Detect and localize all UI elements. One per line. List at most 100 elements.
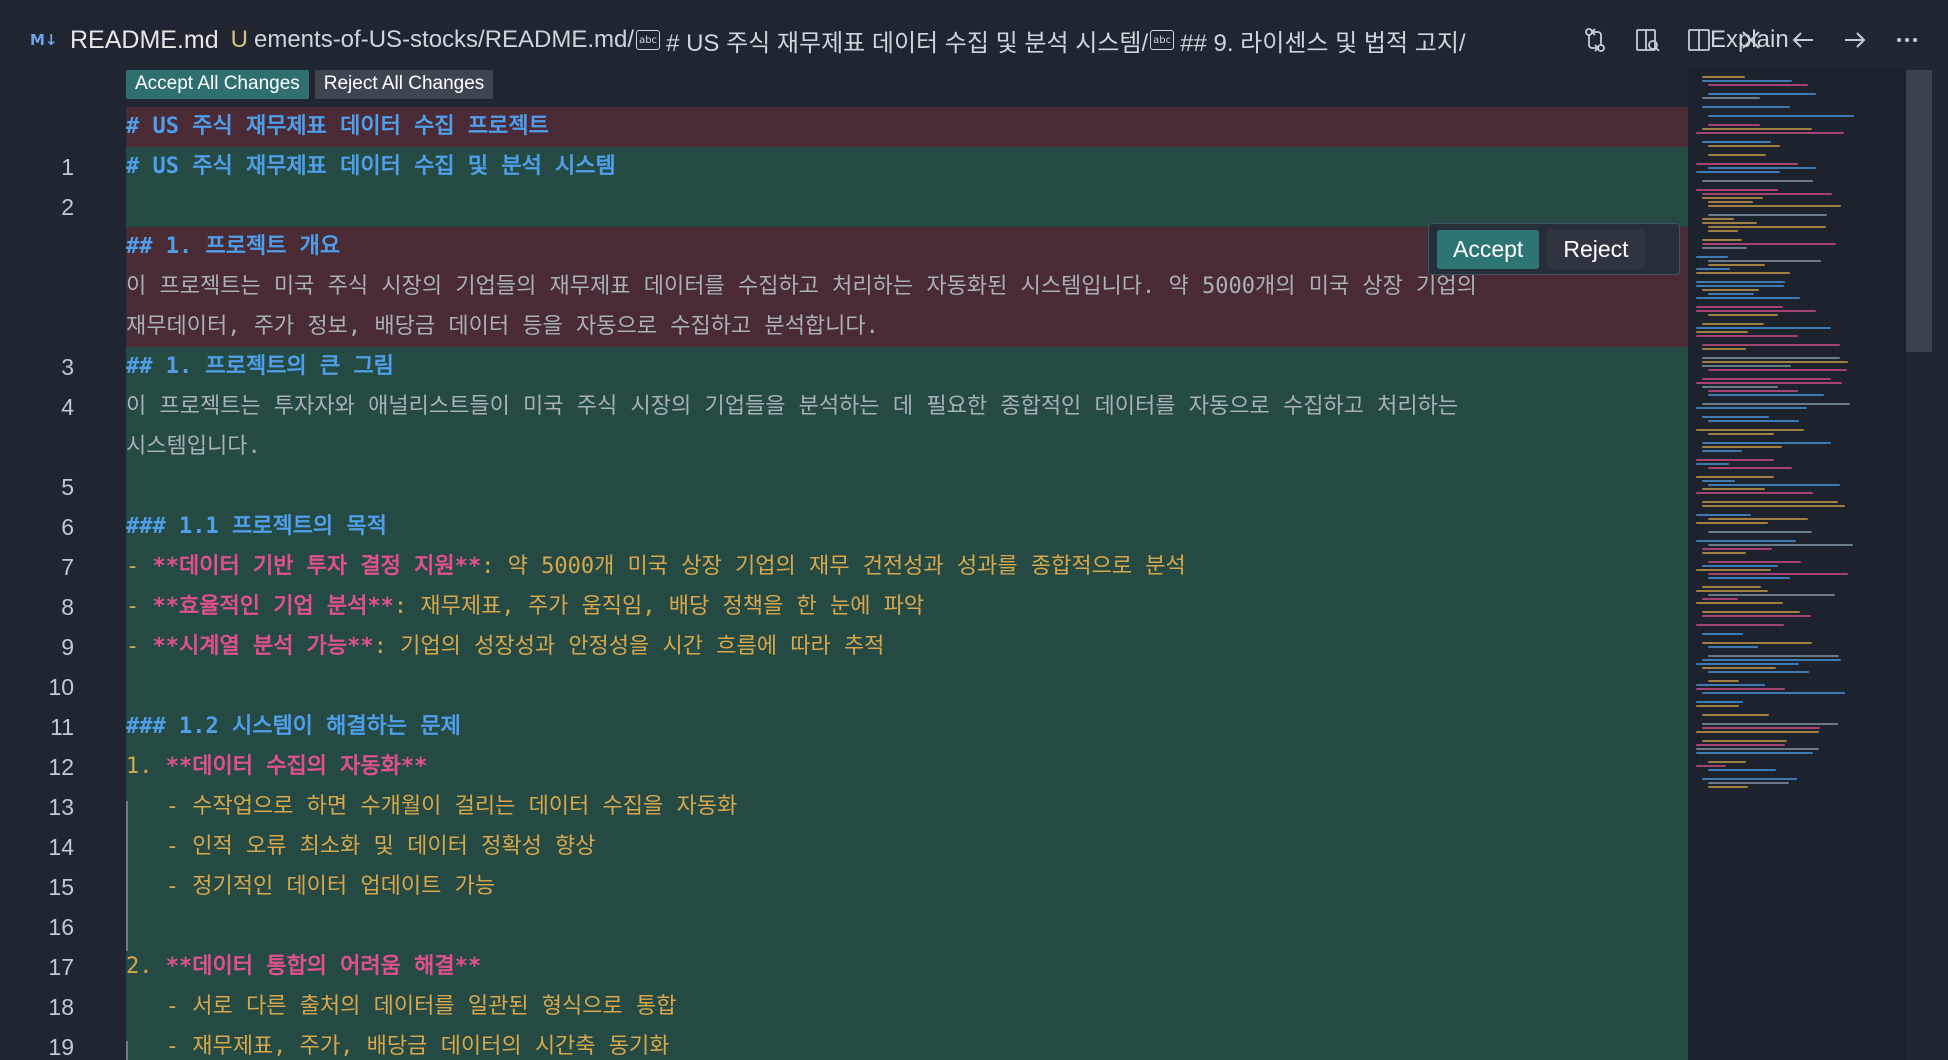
code-token: - 서로 다른 출처의 데이터를 일관된 형식으로 통합 [126, 994, 677, 1019]
minimap[interactable] [1688, 70, 1906, 1060]
line-content[interactable]: - **시계열 분석 가능**: 기업의 성장성과 안정성을 시간 흐름에 따라… [126, 627, 1688, 667]
minimap-line [1708, 145, 1780, 147]
source-control-compare-icon[interactable] [1580, 25, 1610, 55]
line-number: 15 [48, 874, 74, 900]
minimap-line [1708, 761, 1746, 763]
line-content[interactable]: 이 프로젝트는 투자자와 애널리스트들이 미국 주식 시장의 기업들을 분석하는… [126, 387, 1688, 427]
go-forward-icon[interactable] [1840, 25, 1870, 55]
minimap-line [1702, 80, 1792, 82]
line-content[interactable]: 2. **데이터 통합의 어려움 해결** [126, 947, 1688, 987]
line-content[interactable] [126, 907, 1688, 947]
added-line[interactable]: 시스템입니다. [0, 427, 1688, 467]
minimap-line [1702, 416, 1769, 418]
added-line[interactable]: 5 [0, 467, 1688, 507]
split-editor-icon[interactable] [1684, 25, 1714, 55]
line-content[interactable]: ## 1. 프로젝트의 큰 그림 [126, 347, 1688, 387]
go-back-icon[interactable] [1788, 25, 1818, 55]
added-line[interactable]: 19 - 재무제표, 주가, 배당금 데이터의 시간축 동기화 [0, 1027, 1688, 1060]
minimap-line [1696, 281, 1785, 283]
line-content[interactable]: 1. **데이터 수집의 자동화** [126, 747, 1688, 787]
close-icon[interactable] [1736, 25, 1766, 55]
line-content[interactable]: - **데이터 기반 투자 결정 지원**: 약 5000개 미국 상장 기업의… [126, 547, 1688, 587]
breadcrumb-subheading[interactable]: ## 9. 라이센스 및 법적 고지/ [1180, 23, 1465, 58]
line-content[interactable]: - 서로 다른 출처의 데이터를 일관된 형식으로 통합 [126, 987, 1688, 1027]
minimap-line [1708, 782, 1789, 784]
code-token: - [126, 554, 153, 579]
line-content[interactable]: - 재무제표, 주가, 배당금 데이터의 시간축 동기화 [126, 1027, 1688, 1060]
line-content[interactable]: ### 1.1 프로젝트의 목적 [126, 507, 1688, 547]
minimap-line [1696, 189, 1778, 191]
minimap-line [1702, 197, 1763, 199]
added-line[interactable]: 11 ### 1.2 시스템이 해결하는 문제 [0, 707, 1688, 747]
added-line[interactable]: 10 [0, 667, 1688, 707]
line-content[interactable]: - **효율적인 기업 분석**: 재무제표, 주가 움직임, 배당 정책을 한… [126, 587, 1688, 627]
accept-change-button[interactable]: Accept [1437, 229, 1540, 269]
change-hunk-widget: Accept Reject [1428, 223, 1680, 275]
line-content[interactable]: - 인적 오류 최소화 및 데이터 정확성 향상 [126, 827, 1688, 867]
minimap-line [1708, 264, 1765, 266]
added-line[interactable]: 16 [0, 907, 1688, 947]
added-line[interactable]: 4 이 프로젝트는 투자자와 애널리스트들이 미국 주식 시장의 기업들을 분석하… [0, 387, 1688, 427]
line-content[interactable]: ### 1.2 시스템이 해결하는 문제 [126, 707, 1688, 747]
added-line[interactable]: 7 - **데이터 기반 투자 결정 지원**: 약 5000개 미국 상장 기업… [0, 547, 1688, 587]
minimap-line [1702, 450, 1742, 452]
symbol-string-icon: abc [1150, 30, 1175, 50]
file-name[interactable]: README.md [70, 26, 219, 55]
minimap-line [1702, 180, 1813, 182]
added-line[interactable]: 2 [0, 187, 1688, 227]
minimap-line [1702, 611, 1800, 613]
line-content[interactable]: 재무데이터, 주가 정보, 배당금 데이터 등을 자동으로 수집하고 분석합니다… [126, 307, 1688, 347]
line-content[interactable]: 시스템입니다. [126, 427, 1688, 467]
added-line[interactable]: 8 - **효율적인 기업 분석**: 재무제표, 주가 움직임, 배당 정책을 … [0, 587, 1688, 627]
line-content[interactable]: # US 주식 재무제표 데이터 수집 프로젝트 [126, 107, 1688, 147]
reject-all-changes-button[interactable]: Reject All Changes [314, 70, 494, 99]
code-token: **데이터 기반 투자 결정 지원** [152, 554, 482, 579]
added-line[interactable]: 18 - 서로 다른 출처의 데이터를 일관된 형식으로 통합 [0, 987, 1688, 1027]
minimap-line [1702, 442, 1831, 444]
minimap-line [1696, 132, 1844, 134]
minimap-line [1702, 193, 1832, 195]
added-line[interactable]: 3 ## 1. 프로젝트의 큰 그림 [0, 347, 1688, 387]
added-line[interactable]: 9 - **시계열 분석 가능**: 기업의 성장성과 안정성을 시간 흐름에 따… [0, 627, 1688, 667]
accept-all-changes-button[interactable]: Accept All Changes [126, 70, 309, 99]
minimap-line [1708, 420, 1799, 422]
line-content[interactable] [126, 667, 1688, 707]
code-token: : 기업의 성장성과 안정성을 시간 흐름에 따라 추적 [373, 634, 885, 659]
code-token: ## 1. 프로젝트의 큰 그림 [126, 354, 394, 379]
minimap-line [1708, 573, 1848, 575]
line-content[interactable]: # US 주식 재무제표 데이터 수집 및 분석 시스템 [126, 147, 1688, 187]
indent-guide [126, 801, 128, 951]
added-line[interactable]: 14 - 인적 오류 최소화 및 데이터 정확성 향상 [0, 827, 1688, 867]
more-actions-icon[interactable] [1892, 25, 1922, 55]
open-preview-icon[interactable] [1632, 25, 1662, 55]
added-line[interactable]: 12 1. **데이터 수집의 자동화** [0, 747, 1688, 787]
editor-area[interactable]: Accept All Changes Reject All Changes # … [0, 70, 1688, 1060]
minimap-line [1702, 548, 1772, 550]
line-content[interactable] [126, 467, 1688, 507]
added-line[interactable]: 6 ### 1.1 프로젝트의 목적 [0, 507, 1688, 547]
line-content[interactable] [126, 187, 1688, 227]
line-content[interactable]: - 정기적인 데이터 업데이트 가능 [126, 867, 1688, 907]
markdown-file-icon: M↓ [30, 31, 58, 49]
breadcrumb-heading[interactable]: # US 주식 재무제표 데이터 수집 및 분석 시스템/ [666, 23, 1148, 58]
minimap-line [1696, 163, 1798, 165]
code-token: ### 1.2 시스템이 해결하는 문제 [126, 714, 461, 739]
minimap-line [1696, 256, 1728, 258]
minimap-line [1702, 778, 1797, 780]
scrollbar-thumb[interactable] [1906, 70, 1932, 352]
code-token: 2. [126, 954, 166, 979]
breadcrumb-path[interactable]: ements-of-US-stocks/README.md/ [254, 26, 634, 54]
code-token: : 재무제표, 주가 움직임, 배당 정책을 한 눈에 파악 [393, 594, 925, 619]
code-token: - 정기적인 데이터 업데이트 가능 [126, 874, 496, 899]
added-line[interactable]: 15 - 정기적인 데이터 업데이트 가능 [0, 867, 1688, 907]
reject-change-button[interactable]: Reject [1547, 229, 1645, 269]
line-content[interactable]: - 수작업으로 하면 수개월이 걸리는 데이터 수집을 자동화 [126, 787, 1688, 827]
line-number: 3 [61, 354, 74, 380]
removed-line[interactable]: # US 주식 재무제표 데이터 수집 프로젝트 [0, 107, 1688, 147]
removed-line[interactable]: 재무데이터, 주가 정보, 배당금 데이터 등을 자동으로 수집하고 분석합니다… [0, 307, 1688, 347]
code-token: # US 주식 재무제표 데이터 수집 프로젝트 [126, 114, 549, 139]
minimap-line [1696, 335, 1798, 337]
added-line[interactable]: 1 # US 주식 재무제표 데이터 수집 및 분석 시스템 [0, 147, 1688, 187]
added-line[interactable]: 13 - 수작업으로 하면 수개월이 걸리는 데이터 수집을 자동화 [0, 787, 1688, 827]
added-line[interactable]: 17 2. **데이터 통합의 어려움 해결** [0, 947, 1688, 987]
